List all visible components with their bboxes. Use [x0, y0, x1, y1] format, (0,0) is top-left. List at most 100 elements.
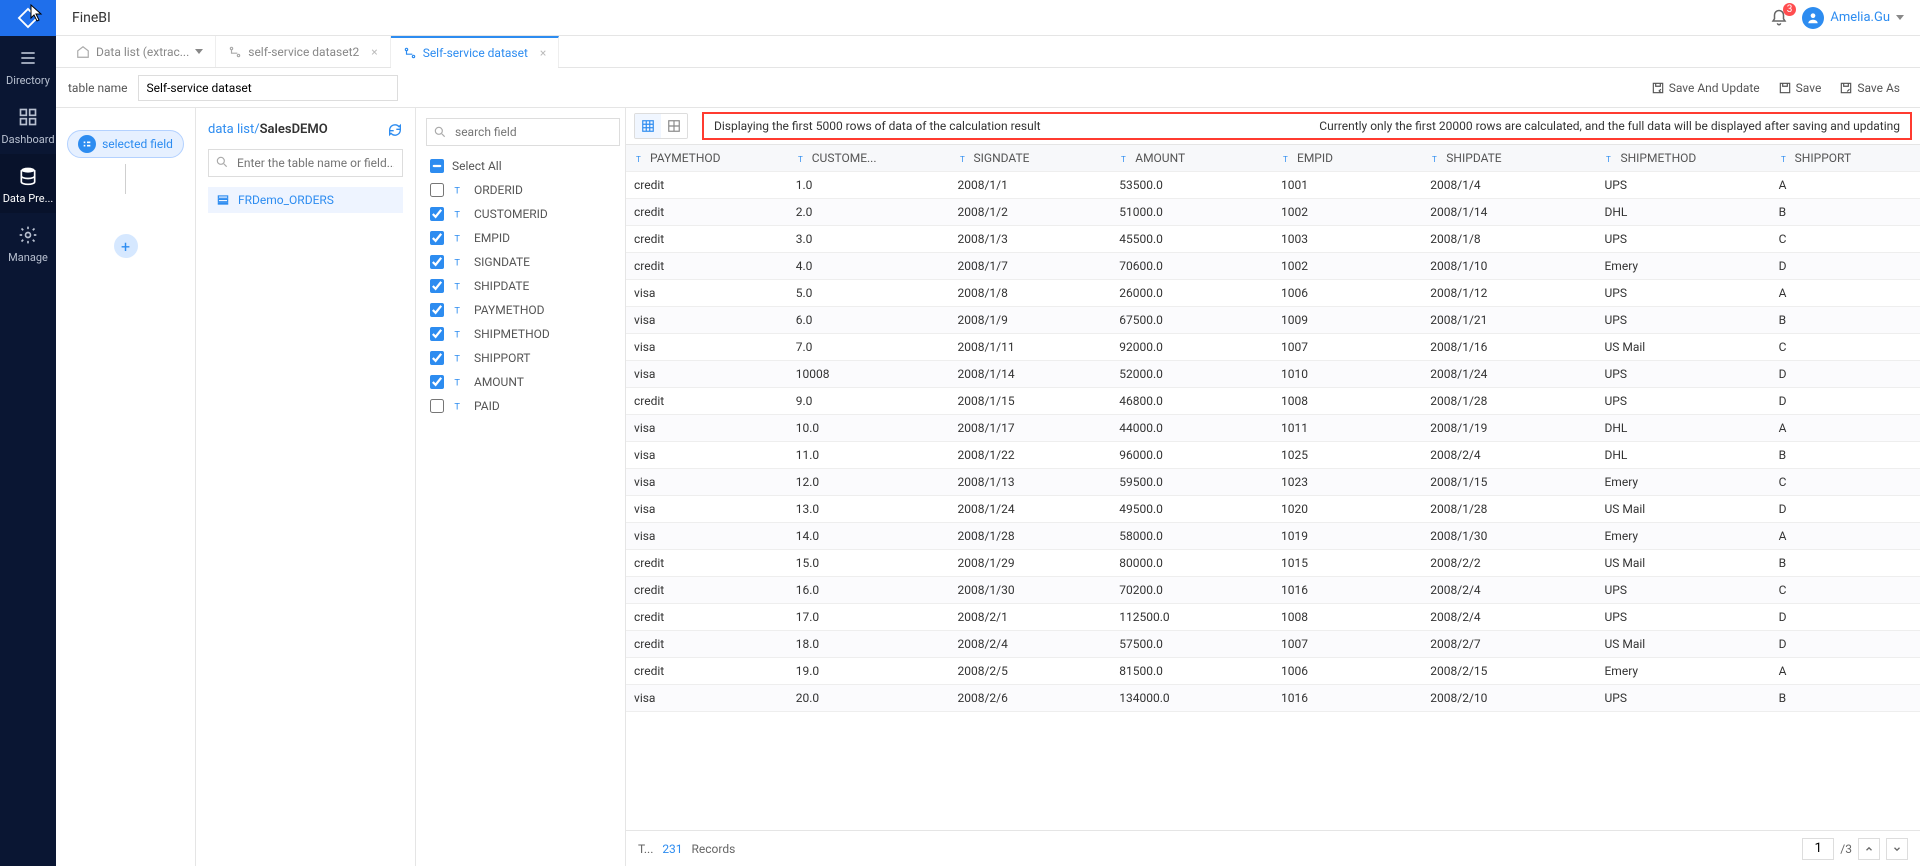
svg-text:T: T	[454, 354, 460, 365]
field-name: ORDERID	[474, 183, 523, 197]
column-header[interactable]: TAMOUNT	[1111, 145, 1273, 172]
page-input[interactable]	[1802, 838, 1834, 860]
select-all-fields[interactable]: Select All	[426, 154, 625, 178]
table-row[interactable]: visa11.02008/1/2296000.010252008/2/4DHLB	[626, 442, 1920, 469]
field-checkbox[interactable]	[430, 351, 444, 365]
table-cell: 2008/1/4	[1422, 172, 1596, 199]
table-cell: A	[1771, 415, 1920, 442]
table-row[interactable]: credit15.02008/1/2980000.010152008/2/2US…	[626, 550, 1920, 577]
table-name-input[interactable]	[138, 75, 398, 101]
table-cell: 2008/2/1	[950, 604, 1112, 631]
dashboard-icon	[18, 107, 38, 127]
table-search-input[interactable]	[208, 149, 403, 177]
grid-view-button[interactable]	[635, 114, 661, 138]
table-row[interactable]: visa20.02008/2/6134000.010162008/2/10UPS…	[626, 685, 1920, 712]
close-icon[interactable]: ×	[540, 46, 546, 60]
nav-directory[interactable]: Directory	[0, 36, 56, 95]
field-checkbox[interactable]	[430, 279, 444, 293]
notifications-button[interactable]: 3	[1770, 9, 1788, 27]
detail-view-button[interactable]	[661, 114, 687, 138]
field-checkbox[interactable]	[430, 399, 444, 413]
field-checkbox[interactable]	[430, 375, 444, 389]
select-all-checkbox[interactable]	[430, 159, 444, 173]
refresh-icon[interactable]	[387, 122, 403, 138]
add-step-button[interactable]: +	[114, 234, 138, 258]
field-row[interactable]: TPAYMETHOD	[426, 298, 625, 322]
flow-node-selected-field[interactable]: selected field	[67, 130, 184, 158]
table-cell: visa	[626, 415, 788, 442]
table-row[interactable]: credit18.02008/2/457500.010072008/2/7US …	[626, 631, 1920, 658]
table-row[interactable]: credit16.02008/1/3070200.010162008/2/4UP…	[626, 577, 1920, 604]
tab-self-service-active[interactable]: Self-service dataset ×	[391, 36, 560, 67]
text-type-icon: T	[452, 255, 466, 269]
save-as-button[interactable]: Save As	[1839, 81, 1900, 95]
save-button[interactable]: Save	[1778, 81, 1822, 95]
table-row[interactable]: visa14.02008/1/2858000.010192008/1/30Eme…	[626, 523, 1920, 550]
page-next-button[interactable]	[1886, 838, 1908, 860]
column-header[interactable]: TCUSTOME...	[788, 145, 950, 172]
field-row[interactable]: TCUSTOMERID	[426, 202, 625, 226]
table-row[interactable]: visa13.02008/1/2449500.010202008/1/28US …	[626, 496, 1920, 523]
column-header[interactable]: TSIGNDATE	[950, 145, 1112, 172]
table-cell: 2008/2/7	[1422, 631, 1596, 658]
field-search-input[interactable]	[426, 118, 620, 146]
table-cell: 2008/1/15	[950, 388, 1112, 415]
table-row[interactable]: visa100082008/1/1452000.010102008/1/24UP…	[626, 361, 1920, 388]
table-cell: UPS	[1596, 280, 1770, 307]
table-row[interactable]: credit19.02008/2/581500.010062008/2/15Em…	[626, 658, 1920, 685]
field-checkbox[interactable]	[430, 327, 444, 341]
source-item-label: FRDemo_ORDERS	[238, 193, 334, 207]
user-menu[interactable]: Amelia.Gu	[1802, 7, 1904, 29]
table-cell: 2.0	[788, 199, 950, 226]
column-header[interactable]: TPAYMETHOD	[626, 145, 788, 172]
column-header[interactable]: TEMPID	[1273, 145, 1422, 172]
nav-data-preparation[interactable]: Data Pre...	[0, 154, 56, 213]
table-row[interactable]: visa12.02008/1/1359500.010232008/1/15Eme…	[626, 469, 1920, 496]
source-panel: data list/SalesDEMO FRDemo_ORDERS	[196, 108, 416, 866]
close-icon[interactable]: ×	[371, 45, 377, 59]
field-row[interactable]: TORDERID	[426, 178, 625, 202]
field-row[interactable]: TSHIPMETHOD	[426, 322, 625, 346]
svg-text:T: T	[454, 402, 460, 413]
field-checkbox[interactable]	[430, 303, 444, 317]
table-cell: visa	[626, 469, 788, 496]
tab-data-list[interactable]: Data list (extrac...	[64, 36, 216, 67]
table-row[interactable]: visa10.02008/1/1744000.010112008/1/19DHL…	[626, 415, 1920, 442]
table-row[interactable]: credit9.02008/1/1546800.010082008/1/28UP…	[626, 388, 1920, 415]
table-cell: 70600.0	[1111, 253, 1273, 280]
top-bar: FineBI 3 Amelia.Gu	[56, 0, 1920, 36]
table-cell: 19.0	[788, 658, 950, 685]
table-row[interactable]: visa7.02008/1/1192000.010072008/1/16US M…	[626, 334, 1920, 361]
field-row[interactable]: TEMPID	[426, 226, 625, 250]
field-checkbox[interactable]	[430, 255, 444, 269]
field-checkbox[interactable]	[430, 231, 444, 245]
table-row[interactable]: credit1.02008/1/153500.010012008/1/4UPSA	[626, 172, 1920, 199]
page-prev-button[interactable]	[1858, 838, 1880, 860]
nav-manage[interactable]: Manage	[0, 213, 56, 272]
field-row[interactable]: TSHIPPORT	[426, 346, 625, 370]
column-header[interactable]: TSHIPPORT	[1771, 145, 1920, 172]
save-and-update-button[interactable]: Save And Update	[1651, 81, 1760, 95]
table-row[interactable]: visa5.02008/1/826000.010062008/1/12UPSA	[626, 280, 1920, 307]
source-table-item[interactable]: FRDemo_ORDERS	[208, 187, 403, 213]
field-checkbox[interactable]	[430, 207, 444, 221]
column-header[interactable]: TSHIPMETHOD	[1596, 145, 1770, 172]
field-checkbox[interactable]	[430, 183, 444, 197]
table-row[interactable]: credit4.02008/1/770600.010022008/1/10Eme…	[626, 253, 1920, 280]
table-row[interactable]: credit3.02008/1/345500.010032008/1/8UPSC	[626, 226, 1920, 253]
app-logo[interactable]	[0, 0, 56, 36]
nav-dashboard[interactable]: Dashboard	[0, 95, 56, 154]
field-row[interactable]: TAMOUNT	[426, 370, 625, 394]
table-row[interactable]: credit2.02008/1/251000.010022008/1/14DHL…	[626, 199, 1920, 226]
table-db-icon	[216, 193, 230, 207]
table-row[interactable]: credit17.02008/2/1112500.010082008/2/4UP…	[626, 604, 1920, 631]
column-header[interactable]: TSHIPDATE	[1422, 145, 1596, 172]
table-row[interactable]: visa6.02008/1/967500.010092008/1/21UPSB	[626, 307, 1920, 334]
table-cell: 2008/1/29	[950, 550, 1112, 577]
field-row[interactable]: TSHIPDATE	[426, 274, 625, 298]
field-row[interactable]: TSIGNDATE	[426, 250, 625, 274]
tab-self-service-2[interactable]: self-service dataset2 ×	[216, 36, 390, 67]
table-cell: UPS	[1596, 577, 1770, 604]
field-row[interactable]: TPAID	[426, 394, 625, 418]
data-table-scroll[interactable]: TPAYMETHODTCUSTOME...TSIGNDATETAMOUNTTEM…	[626, 144, 1920, 830]
